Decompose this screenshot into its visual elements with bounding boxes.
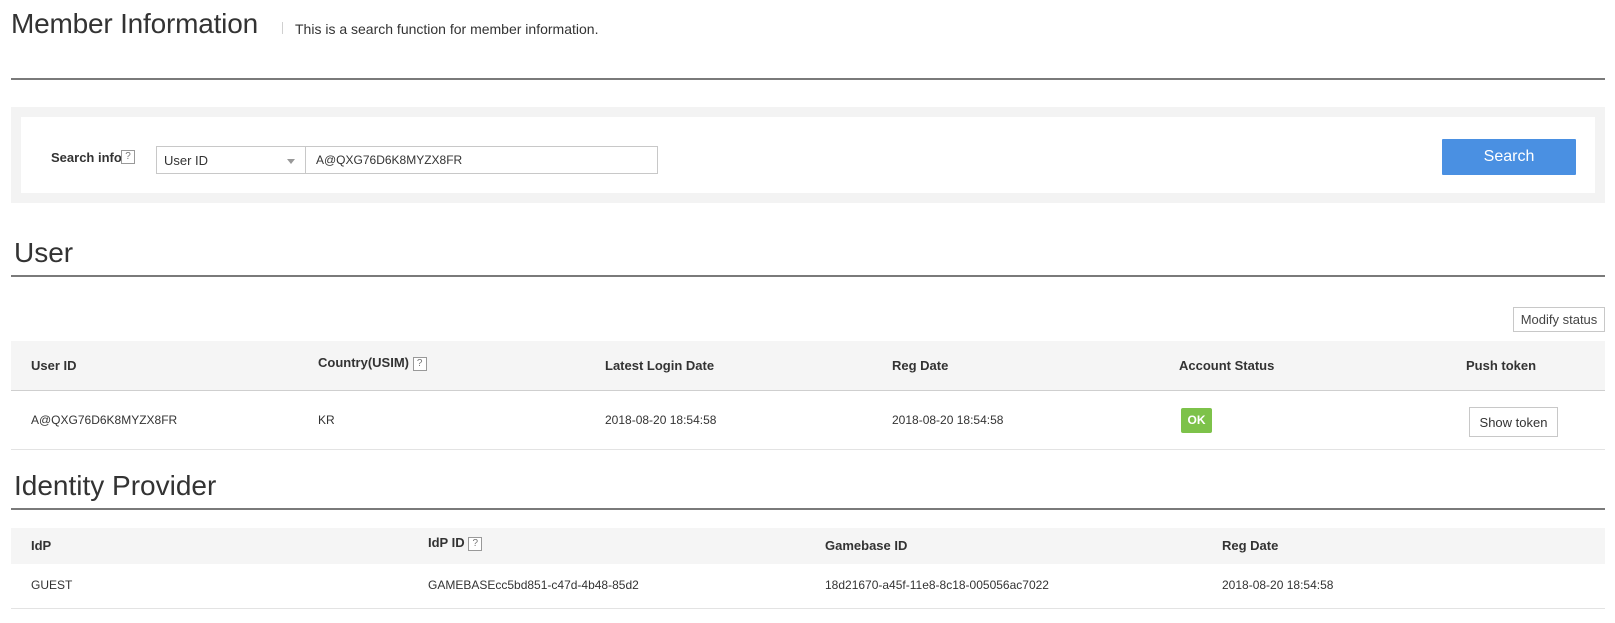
search-type-value: User ID	[164, 153, 209, 168]
col-idp-id-label: IdP ID	[428, 535, 465, 550]
idp-table-header	[11, 528, 1605, 564]
search-input[interactable]	[306, 146, 658, 174]
show-token-button[interactable]: Show token	[1469, 407, 1558, 437]
idp-id-cell: GAMEBASEcc5bd851-c47d-4b48-85d2	[428, 578, 639, 592]
col-gamebase-id: Gamebase ID	[825, 538, 908, 553]
chevron-down-icon	[287, 159, 295, 164]
col-idp-id: IdP ID ?	[428, 535, 483, 551]
idp-section-title: Identity Provider	[14, 470, 217, 501]
page-description: This is a search function for member inf…	[295, 21, 599, 37]
title-divider	[282, 22, 283, 34]
status-badge: OK	[1181, 408, 1212, 433]
user-table-header-divider	[11, 390, 1605, 391]
search-info-label: Search info	[51, 150, 122, 165]
col-push-token: Push token	[1466, 358, 1537, 373]
gamebase-id-cell: 18d21670-a45f-11e8-8c18-005056ac7022	[825, 578, 1049, 592]
col-country-label: Country(USIM)	[318, 355, 409, 370]
idp-id-help-icon[interactable]: ?	[468, 536, 483, 551]
col-country: Country(USIM) ?	[318, 355, 427, 371]
user-id-cell: A@QXG76D6K8MYZX8FR	[31, 413, 178, 427]
latest-login-cell: 2018-08-20 18:54:58	[605, 413, 717, 427]
idp-cell: GUEST	[31, 578, 73, 592]
country-cell: KR	[318, 413, 335, 427]
user-section-divider	[11, 275, 1605, 277]
user-row-divider	[11, 449, 1605, 450]
idp-reg-date-cell: 2018-08-20 18:54:58	[1222, 578, 1334, 592]
user-table-header	[11, 341, 1605, 391]
header-divider	[11, 78, 1605, 80]
page-title: Member Information	[11, 8, 258, 39]
col-idp-reg-date: Reg Date	[1222, 538, 1279, 553]
reg-date-cell: 2018-08-20 18:54:58	[892, 413, 1004, 427]
col-user-id: User ID	[31, 358, 77, 373]
idp-row-divider	[11, 608, 1605, 609]
search-type-select[interactable]: User ID	[156, 146, 306, 174]
country-help-icon[interactable]: ?	[412, 356, 427, 371]
col-latest-login: Latest Login Date	[605, 358, 715, 373]
search-info-help-icon[interactable]: ?	[121, 150, 135, 164]
col-idp: IdP	[31, 538, 52, 553]
search-button[interactable]: Search	[1442, 139, 1576, 175]
idp-section-divider	[11, 508, 1605, 510]
col-reg-date: Reg Date	[892, 358, 949, 373]
col-account-status: Account Status	[1179, 358, 1275, 373]
user-section-title: User	[14, 237, 74, 268]
modify-status-button[interactable]: Modify status	[1513, 307, 1605, 332]
